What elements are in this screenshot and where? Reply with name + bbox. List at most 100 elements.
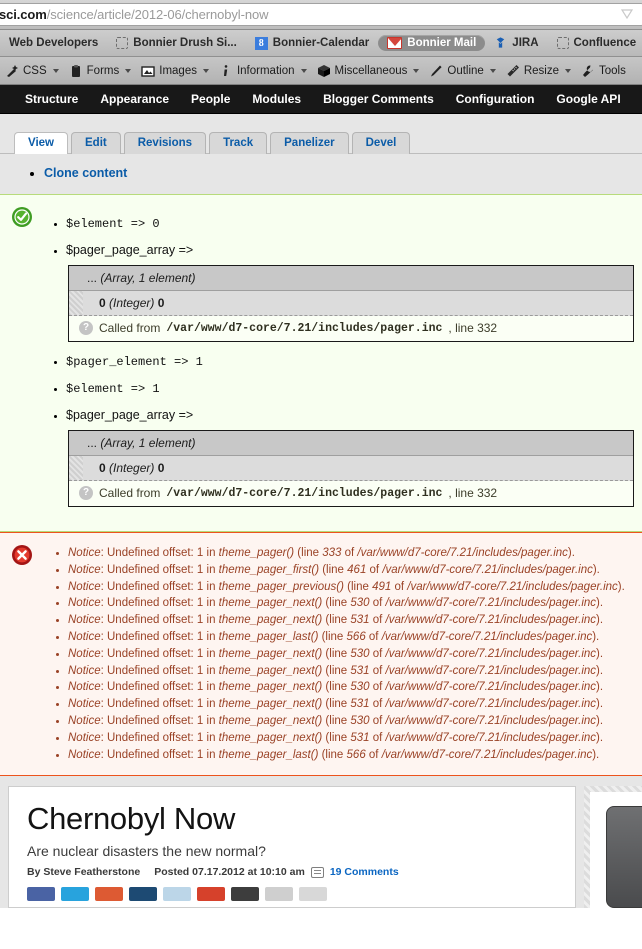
chevron-down-icon[interactable] (413, 69, 419, 73)
sidebar-rail (584, 786, 642, 908)
bookmark-web-developers[interactable]: Web Developers (0, 35, 107, 51)
krumo-footer-prefix: Called from (99, 486, 160, 500)
chevron-down-icon[interactable] (203, 69, 209, 73)
admin-menu-item-structure[interactable]: Structure (14, 92, 89, 106)
notice-line: 530 (350, 681, 369, 693)
notice-level: Notice (68, 698, 101, 710)
krumo-header[interactable]: ... (Array, 1 element) (69, 266, 633, 291)
googleplus-share[interactable] (197, 887, 225, 901)
devel-var-text: $pager_element => 1 (66, 355, 203, 369)
sidebar-widget[interactable] (606, 806, 642, 908)
tumblr-share[interactable] (163, 887, 191, 901)
bookmark-label: Bonnier Mail (407, 37, 476, 49)
bookmark-bonnier-mail[interactable]: Bonnier Mail (378, 35, 485, 51)
bookmark-confluence[interactable]: Confluence (548, 35, 642, 51)
bookmark-jira[interactable]: JIRA (485, 34, 547, 52)
krumo-footer-path: /var/www/d7-core/7.21/includes/pager.inc (166, 487, 442, 500)
admin-menu-item-blogger-comments[interactable]: Blogger Comments (312, 92, 445, 106)
twitter-share[interactable] (61, 887, 89, 901)
notice-function: theme_pager_last() (219, 631, 319, 643)
notice-level: Notice (68, 715, 101, 727)
drupal-admin-menu: Structure Appearance People Modules Blog… (0, 85, 642, 114)
krumo-dump: ... (Array, 1 element) 0 (Integer) 0 ? C… (68, 265, 634, 342)
notice-list: Notice: Undefined offset: 1 in theme_pag… (44, 545, 632, 763)
admin-menu-item-reports[interactable]: Reports (632, 92, 642, 106)
krumo-footer-line: , line 332 (448, 486, 497, 500)
page-content: View Edit Revisions Track Panelizer Deve… (0, 114, 642, 908)
notice-file: /var/www/d7-core/7.21/includes/pager.inc (357, 547, 568, 559)
help-icon[interactable]: ? (79, 321, 93, 335)
linkedin-share[interactable] (129, 887, 157, 901)
notice-function: theme_pager_last() (219, 749, 319, 761)
address-bar[interactable]: sci.com/science/article/2012-06/chernoby… (0, 3, 642, 26)
tab-devel[interactable]: Devel (352, 132, 411, 154)
tab-panelizer[interactable]: Panelizer (270, 132, 349, 154)
notice-line: 530 (350, 648, 369, 660)
krumo-row-value: 0 (158, 296, 165, 310)
admin-menu-item-people[interactable]: People (180, 92, 241, 106)
devtool-forms[interactable]: Forms (64, 64, 137, 78)
krumo-row-key: 0 (99, 461, 106, 475)
chevron-down-icon[interactable] (125, 69, 131, 73)
notice-file: /var/www/d7-core/7.21/includes/pager.inc (386, 732, 597, 744)
admin-menu-item-modules[interactable]: Modules (241, 92, 312, 106)
tab-track[interactable]: Track (209, 132, 267, 154)
bookmark-bonnier-drush[interactable]: Bonnier Drush Si... (107, 35, 246, 51)
rss-icon[interactable] (621, 9, 633, 21)
admin-menu-item-configuration[interactable]: Configuration (445, 92, 546, 106)
krumo-row-type: (Integer) (109, 461, 154, 475)
status-message: $element => 0 $pager_page_array => ... (… (0, 194, 642, 532)
devtool-tools[interactable]: Tools (576, 64, 631, 78)
notice-line: 531 (350, 698, 369, 710)
devtool-resize[interactable]: Resize (501, 64, 576, 78)
chevron-down-icon[interactable] (490, 69, 496, 73)
notice-line: 531 (350, 732, 369, 744)
krumo-footer: ? Called from /var/www/d7-core/7.21/incl… (69, 481, 633, 506)
notice-item: Notice: Undefined offset: 1 in theme_pag… (68, 545, 632, 562)
notice-item: Notice: Undefined offset: 1 in theme_pag… (68, 629, 632, 646)
bookmark-label: Confluence (574, 37, 637, 49)
krumo-footer-line: , line 332 (448, 321, 497, 335)
notice-level: Notice (68, 648, 101, 660)
tab-revisions[interactable]: Revisions (124, 132, 206, 154)
chevron-down-icon[interactable] (53, 69, 59, 73)
bookmark-bonnier-calendar[interactable]: 8 Bonnier-Calendar (246, 35, 379, 52)
notice-line: 333 (322, 547, 341, 559)
notice-file: /var/www/d7-core/7.21/includes/pager.inc (386, 614, 597, 626)
print-share[interactable] (265, 887, 293, 901)
web-developer-toolbar: CSS Forms Images Information (0, 57, 642, 85)
url-text: sci.com/science/article/2012-06/chernoby… (0, 7, 268, 22)
notice-file: /var/www/d7-core/7.21/includes/pager.inc (386, 715, 597, 727)
krumo-header-prefix: ... (87, 436, 97, 450)
notice-function: theme_pager_next() (219, 614, 323, 626)
devtool-miscellaneous[interactable]: Miscellaneous (312, 64, 425, 78)
admin-menu-item-google-api[interactable]: Google API (545, 92, 631, 106)
byline-author: By Steve Featherstone (27, 866, 140, 878)
krumo-header[interactable]: ... (Array, 1 element) (69, 431, 633, 456)
devtool-information[interactable]: Information (214, 64, 312, 78)
chevron-down-icon[interactable] (565, 69, 571, 73)
bookmarks-bar: Web Developers Bonnier Drush Si... 8 Bon… (0, 30, 642, 57)
clone-content-link[interactable]: Clone content (44, 166, 127, 180)
notice-level: Notice (68, 547, 101, 559)
notice-level: Notice (68, 631, 101, 643)
devtool-images[interactable]: Images (136, 64, 214, 78)
devtool-css[interactable]: CSS (0, 64, 64, 78)
gmail-icon (387, 37, 402, 49)
notice-function: theme_pager_next() (219, 648, 323, 660)
admin-menu-item-appearance[interactable]: Appearance (89, 92, 180, 106)
tab-view[interactable]: View (14, 132, 68, 154)
notice-line: 531 (350, 614, 369, 626)
bookmark-label: Web Developers (9, 37, 98, 49)
comments-link[interactable]: 19 Comments (330, 866, 399, 878)
more-share[interactable] (299, 887, 327, 901)
tab-edit[interactable]: Edit (71, 132, 121, 154)
reddit-share[interactable] (95, 887, 123, 901)
notice-item: Notice: Undefined offset: 1 in theme_pag… (68, 663, 632, 680)
chevron-down-icon[interactable] (301, 69, 307, 73)
devtool-outline[interactable]: Outline (424, 64, 500, 78)
help-icon[interactable]: ? (79, 486, 93, 500)
email-share[interactable] (231, 887, 259, 901)
tab-label: Track (223, 137, 253, 149)
facebook-share[interactable] (27, 887, 55, 901)
